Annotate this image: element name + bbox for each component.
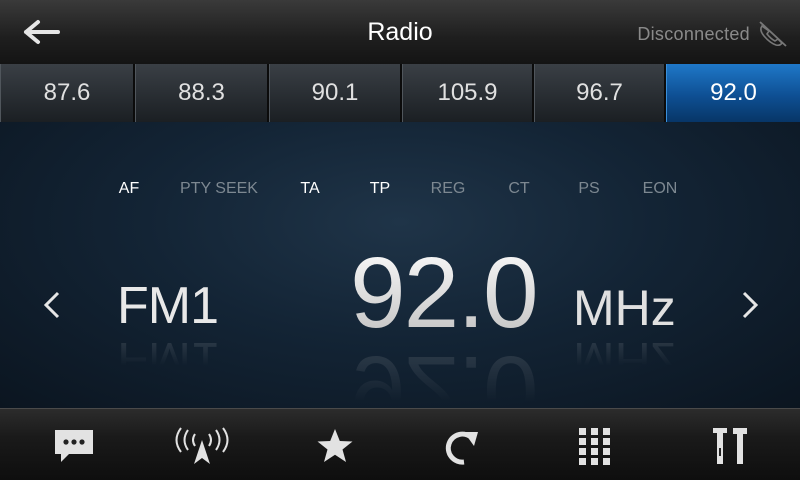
flag-eon[interactable]: EON bbox=[643, 180, 678, 198]
frequency-unit: MHz bbox=[573, 280, 676, 336]
flag-ps[interactable]: PS bbox=[578, 180, 599, 198]
preset-button-1[interactable]: 87.6 bbox=[0, 64, 135, 122]
unit-reflection: MHz bbox=[573, 332, 676, 388]
prev-button[interactable] bbox=[38, 287, 68, 323]
flag-ta[interactable]: TA bbox=[300, 180, 319, 198]
preset-button-6[interactable]: 92.0 bbox=[666, 64, 800, 122]
tuner-display: AF PTY SEEK TA TP REG CT PS EON FM1 FM1 … bbox=[0, 122, 800, 408]
preset-button-2[interactable]: 88.3 bbox=[135, 64, 269, 122]
tools-settings-icon bbox=[713, 428, 747, 464]
messages-button[interactable] bbox=[44, 423, 104, 469]
grid-keypad-icon bbox=[579, 428, 610, 465]
bottom-toolbar bbox=[0, 408, 800, 480]
connection-status: Disconnected bbox=[637, 24, 750, 44]
scan-button[interactable] bbox=[432, 423, 492, 469]
frequency-value: 92.0 bbox=[350, 237, 539, 349]
flag-tp[interactable]: TP bbox=[370, 180, 390, 198]
back-button[interactable] bbox=[20, 14, 64, 50]
preset-button-4[interactable]: 105.9 bbox=[402, 64, 534, 122]
settings-button[interactable] bbox=[700, 423, 760, 469]
flag-pty-seek[interactable]: PTY SEEK bbox=[180, 180, 258, 198]
favorite-button[interactable] bbox=[305, 423, 365, 469]
refresh-icon bbox=[445, 431, 478, 465]
band-label: FM1 bbox=[117, 277, 219, 335]
chevron-right-icon bbox=[742, 291, 759, 319]
chevron-left-icon bbox=[43, 291, 60, 319]
preset-button-3[interactable]: 90.1 bbox=[269, 64, 402, 122]
header-bar: Radio Disconnected bbox=[0, 0, 800, 64]
message-icon bbox=[55, 430, 93, 462]
disconnected-phone-icon bbox=[759, 21, 787, 47]
flag-af[interactable]: AF bbox=[119, 180, 139, 198]
rds-flags: AF PTY SEEK TA TP REG CT PS EON bbox=[0, 180, 800, 200]
preset-button-5[interactable]: 96.7 bbox=[534, 64, 666, 122]
flag-ct[interactable]: CT bbox=[508, 180, 529, 198]
keypad-button[interactable] bbox=[565, 423, 625, 469]
next-button[interactable] bbox=[734, 287, 764, 323]
star-icon bbox=[317, 429, 353, 462]
back-arrow-icon bbox=[24, 20, 60, 44]
preset-bar: 87.6 88.3 90.1 105.9 96.7 92.0 bbox=[0, 64, 800, 122]
antenna-button[interactable] bbox=[172, 423, 232, 469]
band-reflection: FM1 bbox=[117, 331, 218, 389]
antenna-icon bbox=[175, 427, 229, 464]
page-title: Radio bbox=[367, 18, 433, 46]
flag-reg[interactable]: REG bbox=[431, 180, 466, 198]
